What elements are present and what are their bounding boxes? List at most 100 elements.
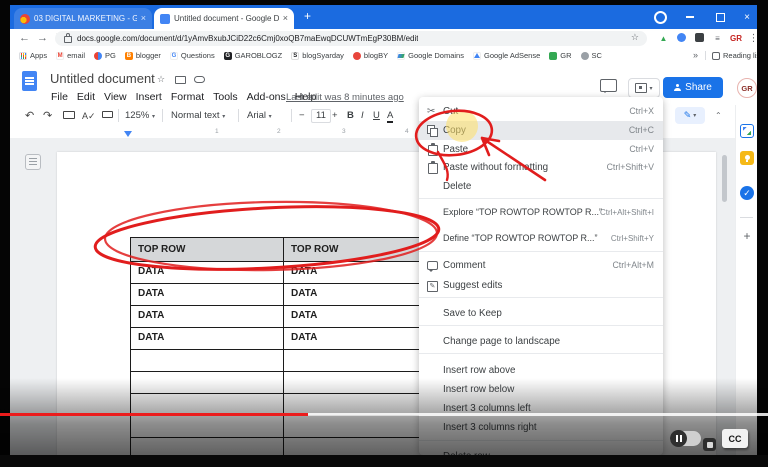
table-cell[interactable]: DATA (131, 328, 284, 350)
table-cell[interactable]: DATA (131, 306, 284, 328)
table-cell[interactable] (131, 416, 284, 438)
font-size-field[interactable]: 11 (311, 109, 331, 123)
cloud-status-icon[interactable] (194, 74, 205, 85)
menu-format[interactable]: Format (171, 91, 204, 103)
table-cell[interactable] (131, 350, 284, 372)
menu-item-suggest-edits[interactable]: Suggest edits (419, 276, 663, 295)
table-cell[interactable] (284, 416, 437, 438)
bookmark-item[interactable]: Google AdSense (472, 51, 540, 60)
move-folder-icon[interactable] (175, 74, 186, 86)
bold-button[interactable]: B (347, 108, 354, 124)
new-tab-button[interactable]: + (304, 9, 311, 23)
bookmark-item[interactable]: G GAROBLOGZ (223, 51, 282, 60)
close-button[interactable]: × (734, 5, 757, 29)
zoom-select[interactable]: 125% ▾ (125, 108, 155, 125)
page-scrollbar[interactable] (722, 155, 727, 202)
minimize-button[interactable] (677, 5, 703, 29)
indent-marker[interactable] (124, 131, 132, 137)
bookmark-item[interactable]: Google Domains (397, 51, 464, 60)
menu-item-delete[interactable]: Delete (419, 177, 663, 196)
video-progress-track[interactable] (0, 413, 768, 416)
table-cell[interactable]: DATA (284, 328, 437, 350)
maximize-button[interactable] (707, 5, 733, 29)
table-cell[interactable]: DATA (284, 262, 437, 284)
decrease-font-size-button[interactable]: − (299, 108, 305, 124)
editing-mode-button[interactable]: ✎ ▾ (675, 107, 705, 124)
menu-item-insert-3-columns-right[interactable]: Insert 3 columns right (419, 418, 663, 437)
menu-item-insert-row-below[interactable]: Insert row below (419, 380, 663, 399)
spellcheck-icon[interactable]: A✓ (82, 108, 96, 124)
calendar-icon[interactable] (740, 124, 754, 138)
extension-icon[interactable]: ▲ (658, 33, 669, 44)
menu-item-insert-row-above[interactable]: Insert row above (419, 361, 663, 380)
profile-extension-icon[interactable] (676, 33, 687, 44)
table-cell[interactable]: DATA (284, 306, 437, 328)
hide-menus-chevron-icon[interactable]: ⌃ (715, 108, 722, 124)
present-button[interactable]: ▾ (628, 78, 660, 98)
closed-captions-button[interactable]: CC (722, 429, 748, 448)
text-color-button[interactable]: A (387, 110, 394, 123)
menu-item-explore[interactable]: Explore “TOP ROWTOP ROWTOP R...” Ctrl+Alt… (419, 203, 663, 222)
menu-addons[interactable]: Add-ons (247, 91, 286, 103)
bookmarks-overflow-chevron[interactable]: » (693, 50, 698, 60)
undo-icon[interactable]: ↶ (25, 108, 34, 124)
print-icon[interactable] (63, 111, 75, 119)
menu-item-cut[interactable]: ✂ Cut Ctrl+X (419, 102, 663, 121)
paint-format-icon[interactable] (102, 111, 113, 118)
font-select[interactable]: Arial ▾ (247, 108, 272, 125)
underline-button[interactable]: U (373, 108, 380, 124)
adblock-extension-icon[interactable] (694, 33, 705, 44)
account-avatar[interactable]: GR (737, 78, 757, 98)
keep-icon[interactable] (740, 151, 754, 165)
table-cell[interactable] (284, 350, 437, 372)
menu-item-comment[interactable]: Comment Ctrl+Alt+M (419, 256, 663, 275)
bookmark-item[interactable]: Memail (56, 51, 85, 60)
tasks-icon[interactable]: ✓ (740, 186, 754, 200)
table-cell[interactable] (284, 372, 437, 394)
menu-item-save-to-keep[interactable]: Save to Keep (419, 304, 663, 323)
menu-item-paste-without-formatting[interactable]: Paste without formatting Ctrl+Shift+V (419, 158, 663, 177)
increase-font-size-button[interactable]: + (332, 108, 338, 124)
add-addon-icon[interactable]: + (739, 229, 755, 243)
chrome-menu-icon[interactable]: ⋮ (748, 33, 758, 44)
bookmark-item[interactable]: blogBY (352, 51, 388, 60)
table-cell[interactable] (284, 438, 437, 455)
menu-item-copy[interactable]: Copy Ctrl+C (419, 121, 663, 140)
reading-list-button[interactable]: Reading list (712, 51, 757, 60)
bookmark-item[interactable]: Bblogger (124, 51, 161, 60)
tab-close-icon[interactable]: × (283, 14, 288, 23)
italic-button[interactable]: I (361, 108, 364, 124)
forward-icon[interactable]: → (37, 31, 48, 46)
back-icon[interactable]: ← (19, 31, 30, 46)
menu-item-change-page-to-landscape[interactable]: Change page to landscape (419, 332, 663, 351)
bookmark-item[interactable]: SC (580, 51, 602, 60)
table-cell[interactable]: TOP ROW (284, 238, 437, 262)
menu-edit[interactable]: Edit (77, 91, 95, 103)
table-cell[interactable]: TOP ROW (131, 238, 284, 262)
redo-icon[interactable]: ↷ (43, 108, 52, 124)
menu-tools[interactable]: Tools (213, 91, 238, 103)
table-cell[interactable] (131, 372, 284, 394)
bookmark-item[interactable]: GR (549, 51, 572, 60)
star-document-icon[interactable]: ☆ (157, 74, 165, 85)
record-indicator-icon[interactable] (647, 5, 673, 29)
last-edit-link[interactable]: Last edit was 8 minutes ago (286, 92, 404, 103)
menu-item-paste[interactable]: Paste Ctrl+V (419, 140, 663, 159)
table-cell[interactable] (131, 438, 284, 455)
paragraph-style-select[interactable]: Normal text ▾ (171, 108, 225, 125)
google-docs-icon[interactable] (22, 71, 37, 91)
table-cell[interactable]: DATA (131, 262, 284, 284)
bookmark-item[interactable]: G Questions (169, 51, 215, 60)
menu-file[interactable]: File (51, 91, 68, 103)
bookmark-item[interactable]: PG (94, 51, 116, 60)
tab-close-icon[interactable]: × (141, 14, 146, 23)
gr-extension-icon[interactable]: GR (730, 33, 742, 44)
document-title[interactable]: Untitled document (50, 71, 155, 86)
table-cell[interactable]: DATA (284, 284, 437, 306)
document-outline-icon[interactable] (25, 154, 41, 170)
notes-extension-icon[interactable]: ≡ (712, 33, 723, 44)
menu-insert[interactable]: Insert (136, 91, 162, 103)
table-cell[interactable]: DATA (131, 284, 284, 306)
bookmark-star-icon[interactable]: ☆ (631, 32, 639, 43)
bookmark-item[interactable]: Apps (19, 51, 47, 60)
